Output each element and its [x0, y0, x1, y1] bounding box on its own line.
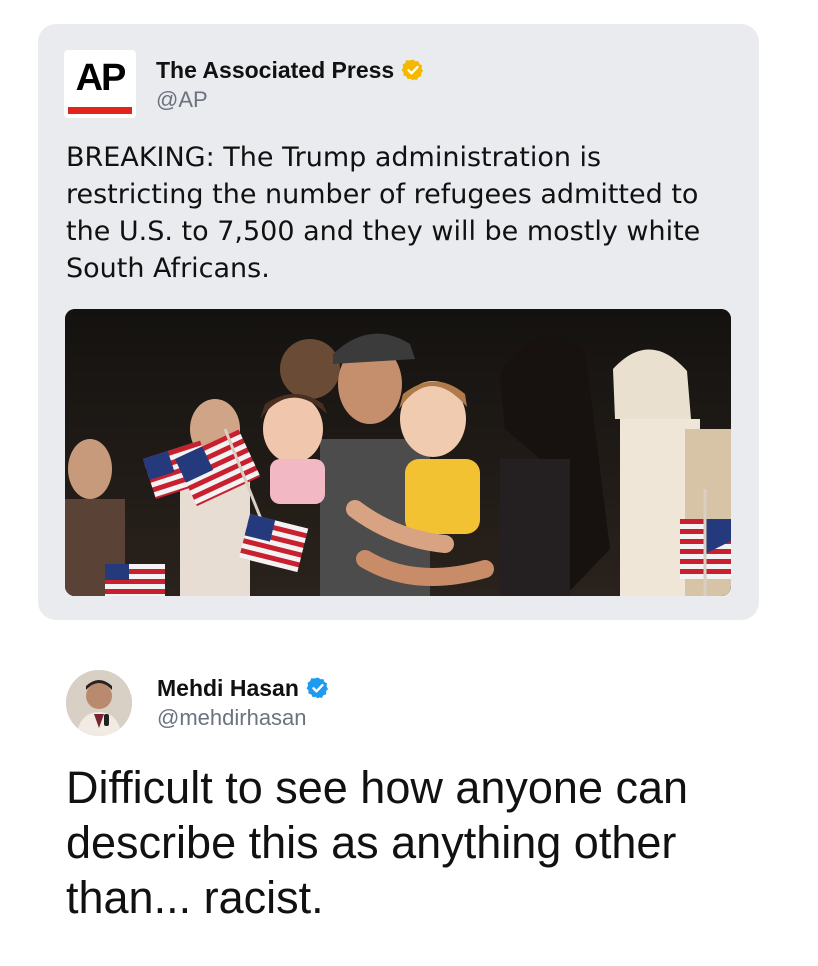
quoted-post-image[interactable] [65, 309, 731, 596]
quoted-author-name[interactable]: The Associated Press [156, 56, 394, 84]
author-row: Mehdi Hasan [157, 674, 330, 702]
gold-verified-icon [401, 59, 424, 81]
ap-logo[interactable]: AP [64, 50, 136, 118]
quoted-post-card[interactable]: AP The Associated Press @AP BREAKING: Th… [38, 24, 759, 620]
ap-logo-text: AP [75, 57, 127, 99]
blue-verified-icon [306, 677, 328, 699]
refugee-families-photo [65, 309, 731, 596]
avatar[interactable] [66, 670, 132, 736]
mehdi-hasan-avatar [66, 670, 132, 736]
flag-bottom [105, 564, 165, 596]
post-text: Difficult to see how anyone can describe… [66, 762, 689, 923]
quoted-author-handle[interactable]: @AP [156, 86, 208, 114]
author-name[interactable]: Mehdi Hasan [157, 674, 299, 702]
author-handle[interactable]: @mehdirhasan [157, 704, 307, 732]
quoted-post-text: BREAKING: The Trump administration is re… [66, 142, 701, 284]
quoted-author-row: The Associated Press [156, 56, 425, 84]
ap-logo-bar [68, 107, 132, 114]
